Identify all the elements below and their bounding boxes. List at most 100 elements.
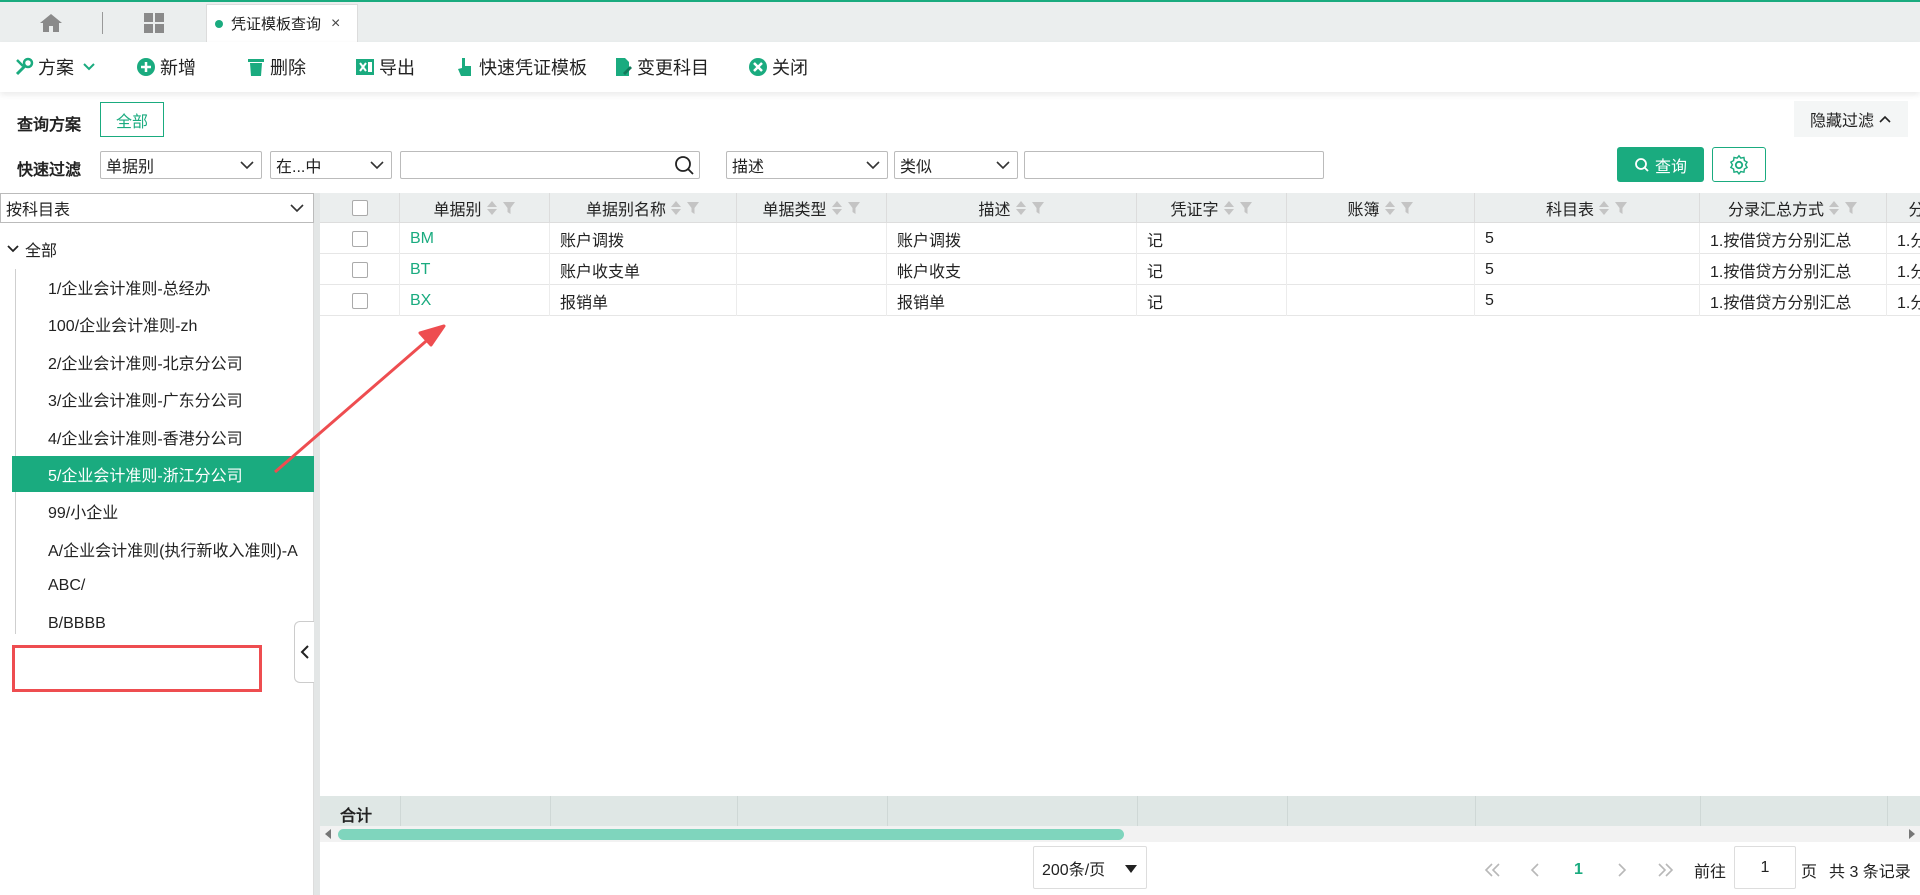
row-select-cell xyxy=(320,254,400,285)
cell-col-doc-type[interactable]: BM xyxy=(400,223,550,254)
pointer-hand-icon xyxy=(458,58,471,76)
tree-item[interactable]: 4/企业会计准则-香港分公司 xyxy=(12,419,314,455)
prev-page-button[interactable] xyxy=(1528,856,1542,884)
last-page-button[interactable] xyxy=(1655,856,1675,884)
header-col-doc-type-name[interactable]: 单据别名称 xyxy=(550,193,737,223)
scroll-right-icon[interactable] xyxy=(1907,828,1917,840)
query-button[interactable]: 查询 xyxy=(1617,147,1704,182)
settings-button[interactable] xyxy=(1712,147,1766,182)
change-subject-button[interactable]: 变更科目 xyxy=(613,54,709,80)
filter-field-select-1[interactable]: 单据别 xyxy=(100,151,262,179)
header-col-ledger[interactable]: 账簿 xyxy=(1287,193,1475,223)
sort-icon[interactable] xyxy=(831,199,843,217)
tab-label: 凭证模板查询 xyxy=(231,16,322,33)
change-subject-label: 变更科目 xyxy=(637,58,709,78)
sort-icon[interactable] xyxy=(1015,199,1027,217)
header-col-subject-table[interactable]: 科目表 xyxy=(1475,193,1700,223)
row-checkbox[interactable] xyxy=(351,292,368,309)
tree-item[interactable]: 2/企业会计准则-北京分公司 xyxy=(12,344,314,380)
close-tab-icon[interactable]: × xyxy=(331,15,340,33)
filter-value-input-1[interactable] xyxy=(400,151,700,179)
filter-icon[interactable] xyxy=(1844,201,1858,215)
scroll-left-icon[interactable] xyxy=(323,828,333,840)
header-col-extra[interactable]: 分 xyxy=(1887,193,1920,223)
current-page[interactable]: 1 xyxy=(1574,856,1583,884)
tools-icon xyxy=(15,57,34,76)
quick-template-button[interactable]: 快速凭证模板 xyxy=(455,54,587,80)
tree-item-label: 5/企业会计准则-浙江分公司 xyxy=(48,468,243,485)
filter-icon[interactable] xyxy=(502,201,516,215)
next-page-button[interactable] xyxy=(1615,856,1629,884)
table-row[interactable]: BM账户调拨账户调拨记51.按借贷方分别汇总1.分 xyxy=(320,223,1920,254)
cell-col-doc-type[interactable]: BT xyxy=(400,254,550,285)
home-icon[interactable] xyxy=(38,12,64,34)
hide-filter-button[interactable]: 隐藏过滤 xyxy=(1794,101,1908,137)
filter-icon[interactable] xyxy=(1400,201,1414,215)
select-all-checkbox[interactable] xyxy=(351,200,368,216)
summary-divider xyxy=(1475,796,1476,826)
export-button[interactable]: 导出 xyxy=(355,54,415,80)
query-button-label: 查询 xyxy=(1654,158,1687,176)
filter-icon[interactable] xyxy=(1031,201,1045,215)
horizontal-scrollbar[interactable] xyxy=(320,826,1920,842)
filter-field-value-1: 单据别 xyxy=(106,159,155,176)
tree-type-value: 按科目表 xyxy=(6,202,71,219)
summary-divider xyxy=(1887,796,1888,826)
cell-col-subject-table: 5 xyxy=(1475,223,1700,254)
scheme-button[interactable]: 方案 xyxy=(14,54,100,80)
sort-icon[interactable] xyxy=(486,199,498,217)
tree-item[interactable]: 5/企业会计准则-浙江分公司 xyxy=(12,456,314,492)
filter-icon[interactable] xyxy=(1614,201,1628,215)
data-grid: 单据别 单据别名称 单据类型 描述 凭证字 账簿 科目表 分录汇总方式 分 BM 账户调拨 账户调拨… xyxy=(320,193,1920,895)
table-row[interactable]: BX报销单报销单记51.按借贷方分别汇总1.分 xyxy=(320,285,1920,316)
header-col-doc-type[interactable]: 单据别 xyxy=(400,193,550,223)
table-row[interactable]: BT账户收支单 帐户收支记 51.按借贷方分别汇总1.分 xyxy=(320,254,1920,285)
apps-grid-icon[interactable] xyxy=(142,11,166,35)
header-col-entry-summary[interactable]: 分录汇总方式 xyxy=(1700,193,1887,223)
filter-field-select-2[interactable]: 描述 xyxy=(726,151,888,179)
cell-col-doc-category xyxy=(737,223,887,254)
add-button[interactable]: 新增 xyxy=(136,54,196,80)
tree-item[interactable]: 99/小企业 xyxy=(12,493,314,529)
tree-type-select[interactable]: 按科目表 xyxy=(0,193,314,223)
filter-icon[interactable] xyxy=(686,201,700,215)
tree-item[interactable]: 3/企业会计准则-广东分公司 xyxy=(12,381,314,417)
scrollbar-thumb[interactable] xyxy=(338,829,1124,840)
tree-item[interactable]: A/企业会计准则(执行新收入准则)-A xyxy=(12,531,314,567)
collapse-panel-button[interactable] xyxy=(294,621,314,683)
tree-item[interactable]: 1/企业会计准则-总经办 xyxy=(12,269,314,305)
tree-item[interactable]: ABC/ xyxy=(12,568,314,604)
cell-col-entry-summary: 1.按借贷方分别汇总 xyxy=(1700,254,1887,285)
close-button[interactable]: 关闭 xyxy=(748,54,808,80)
filter-operator-select-2[interactable]: 类似 xyxy=(894,151,1018,179)
search-icon[interactable] xyxy=(673,154,695,176)
scheme-all-button[interactable]: 全部 xyxy=(100,102,164,137)
row-checkbox[interactable] xyxy=(351,261,368,278)
cell-col-extra: 1.分 xyxy=(1887,223,1920,254)
sort-icon[interactable] xyxy=(1828,199,1840,217)
goto-page-input[interactable]: 1 xyxy=(1734,846,1796,889)
row-checkbox[interactable] xyxy=(351,230,368,247)
tree-root[interactable]: 全部 xyxy=(6,237,57,261)
sort-icon[interactable] xyxy=(1223,199,1235,217)
active-dot-icon xyxy=(215,19,223,28)
sort-icon[interactable] xyxy=(670,199,682,217)
tab-voucher-template-query[interactable]: 凭证模板查询 × xyxy=(206,4,358,42)
filter-operator-select-1[interactable]: 在...中 xyxy=(270,151,392,179)
header-col-doc-category[interactable]: 单据类型 xyxy=(737,193,887,223)
sort-icon[interactable] xyxy=(1598,199,1610,217)
sort-icon[interactable] xyxy=(1384,199,1396,217)
tree-item[interactable]: B/BBBB xyxy=(12,606,314,642)
header-label: 分录汇总方式 xyxy=(1727,202,1824,219)
header-col-description[interactable]: 描述 xyxy=(887,193,1137,223)
filter-value-input-2[interactable] xyxy=(1024,151,1324,179)
delete-button[interactable]: 删除 xyxy=(246,54,306,80)
cell-col-doc-type[interactable]: BX xyxy=(400,285,550,316)
tree-item[interactable]: 100/企业会计准则-zh xyxy=(12,306,314,342)
filter-icon[interactable] xyxy=(1239,201,1253,215)
header-col-voucher-word[interactable]: 凭证字 xyxy=(1137,193,1287,223)
chevron-down-icon xyxy=(370,161,384,170)
filter-icon[interactable] xyxy=(847,201,861,215)
first-page-button[interactable] xyxy=(1483,856,1503,884)
page-size-select[interactable]: 200条/页 xyxy=(1033,846,1147,889)
